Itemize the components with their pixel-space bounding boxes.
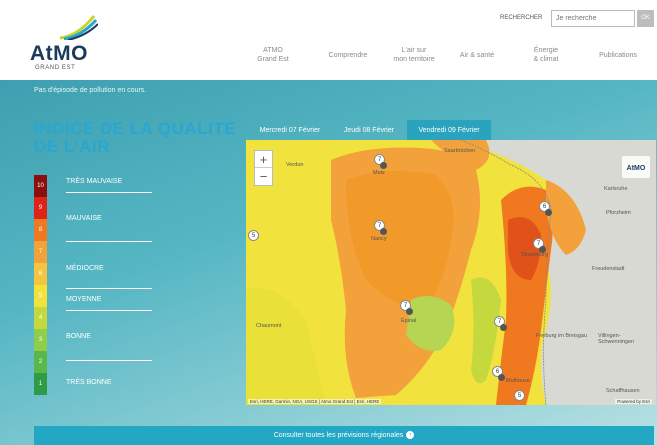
pollution-map[interactable]: + − AtMO Verdun Saarbrücken Karlsruhe Pf…: [246, 140, 656, 405]
scale-cell-2: 2: [34, 351, 47, 373]
nav-item-air-sante[interactable]: Air & santé: [452, 44, 502, 66]
city-label: Mulhouse: [506, 378, 530, 384]
scale-cell-4: 4: [34, 307, 47, 329]
pollution-pin[interactable]: 7: [374, 220, 387, 235]
scale-label-bonne: BONNE: [66, 333, 91, 340]
scale-divider: [66, 310, 152, 311]
search-input[interactable]: [551, 10, 635, 27]
city-label: Chaumont: [256, 323, 282, 329]
city-label: Pforzheim: [606, 210, 631, 216]
nav-label-line2: & climat: [533, 56, 559, 63]
city-label: Metz: [373, 170, 385, 176]
air-quality-scale: 10 9 8 7 6 5 4 3 2 1: [34, 175, 47, 395]
pollution-pin[interactable]: 6: [492, 366, 505, 381]
search-button[interactable]: OK: [637, 10, 654, 27]
nav-label-line1: L'air sur: [401, 47, 427, 54]
scale-label-moyenne: MOYENNE: [66, 296, 102, 303]
scale-label-tres-bonne: TRÈS BONNE: [66, 379, 112, 386]
nav-item-energie-climat[interactable]: Énergie & climat: [524, 44, 568, 66]
scale-cell-9: 9: [34, 197, 47, 219]
tab-jeudi[interactable]: Jeudi 08 Février: [333, 120, 405, 141]
cta-label: Consulter toutes les prévisions régional…: [273, 432, 404, 439]
nav-label-line1: Comprendre: [328, 51, 368, 59]
title-line2: DE L'AIR: [34, 137, 111, 156]
nav-label-line1: Énergie: [533, 47, 559, 54]
scale-label-tres-mauvaise: TRÈS MAUVAISE: [66, 178, 123, 185]
nav-label-line1: ATMO: [263, 47, 283, 54]
scale-divider: [66, 288, 152, 289]
city-label: Freiburg im Breisgau: [536, 333, 588, 339]
scale-cell-5: 5: [34, 285, 47, 307]
city-label: Épinal: [401, 318, 417, 324]
scale-cell-1: 1: [34, 373, 47, 395]
pollution-pin[interactable]: 7: [533, 238, 546, 253]
nav-label-line2: Grand Est: [257, 56, 289, 63]
pollution-pin[interactable]: 7: [494, 316, 507, 331]
city-label: Freudenstadt: [592, 266, 625, 272]
map-logo: AtMO: [622, 156, 650, 178]
nav-label-line2: mon territoire: [393, 56, 435, 63]
nav-item-publications[interactable]: Publications: [590, 44, 646, 66]
scale-cell-6: 6: [34, 263, 47, 285]
scale-cell-7: 7: [34, 241, 47, 263]
scale-divider: [66, 241, 152, 242]
city-label: Verdun: [286, 162, 304, 168]
city-label: Nancy: [371, 236, 387, 242]
map-layer: [246, 140, 656, 405]
scale-label-mauvaise: MAUVAISE: [66, 215, 102, 222]
pollution-status: Pas d'épisode de pollution en cours.: [34, 87, 147, 94]
regional-forecast-button[interactable]: Consulter toutes les prévisions régional…: [34, 426, 654, 445]
pollution-pin[interactable]: 5: [248, 230, 260, 245]
air-quality-section: Pas d'épisode de pollution en cours. IND…: [0, 80, 657, 445]
scale-divider: [66, 360, 152, 361]
city-label: Schaffhausen: [606, 388, 640, 394]
zoom-in-button[interactable]: +: [255, 151, 272, 168]
pollution-pin[interactable]: 7: [374, 154, 387, 169]
logo-swoosh-icon: [59, 15, 98, 40]
map-zoom-control: + −: [254, 150, 273, 186]
scale-cell-10: 10: [34, 175, 47, 197]
air-quality-title: INDICE DE LA QUALITÉ DE L'AIR: [34, 120, 244, 156]
pollution-pin[interactable]: 7: [400, 300, 413, 315]
scale-divider: [66, 192, 152, 193]
city-label: Karlsruhe: [604, 186, 628, 192]
map-powered-by[interactable]: Powered by Esri: [615, 399, 652, 404]
logo[interactable]: AtMO GRAND EST: [30, 14, 100, 74]
city-label: Saarbrücken: [444, 148, 476, 154]
zoom-out-button[interactable]: −: [255, 168, 272, 185]
scale-label-mediocre: MÉDIOCRE: [66, 265, 104, 272]
tab-mercredi[interactable]: Mercredi 07 Février: [249, 120, 331, 141]
nav-label-line1: Air & santé: [459, 51, 495, 59]
nav-item-atmo[interactable]: ATMO Grand Est: [248, 44, 298, 66]
arrow-right-icon: ›: [406, 431, 415, 440]
tab-vendredi-active[interactable]: Vendredi 09 Février: [407, 120, 491, 141]
pollution-pin[interactable]: 5: [514, 390, 526, 405]
site-header: AtMO GRAND EST RECHERCHER OK ATMO Grand E…: [0, 0, 657, 80]
logo-text: AtMO: [30, 42, 88, 65]
map-attribution[interactable]: Esri, HERE, Garmin, NGA, USGS | Atmo Gra…: [248, 399, 382, 404]
title-line1: INDICE DE LA QUALITÉ: [34, 119, 237, 138]
scale-cell-8: 8: [34, 219, 47, 241]
scale-cell-3: 3: [34, 329, 47, 351]
nav-item-territoire[interactable]: L'air sur mon territoire: [382, 44, 446, 66]
city-label: Villingen-Schwenningen: [598, 333, 635, 345]
logo-subtitle: GRAND EST: [35, 65, 76, 71]
nav-item-comprendre[interactable]: Comprendre: [318, 44, 378, 66]
pollution-pin[interactable]: 6: [539, 201, 552, 216]
search-label: RECHERCHER: [500, 15, 543, 21]
nav-label-line1: Publications: [599, 51, 637, 59]
